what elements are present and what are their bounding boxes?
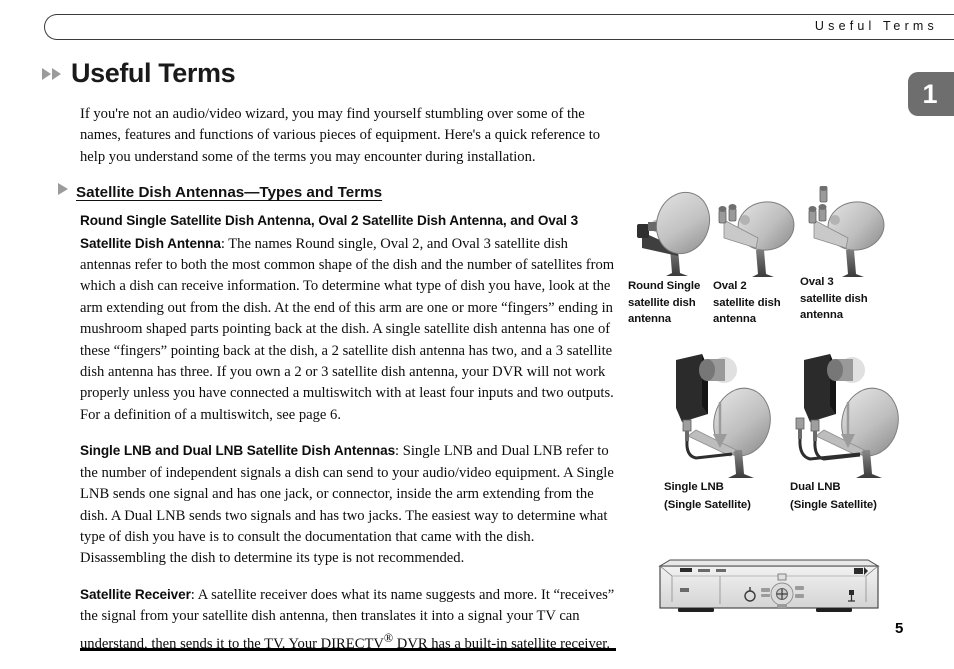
chapter-tab: 1 bbox=[908, 72, 954, 116]
dish-caption-oval-2: Oval 2 satellite dish antenna bbox=[713, 280, 781, 326]
term-paragraph-lnb: Single LNB and Dual LNB Satellite Dish A… bbox=[80, 440, 616, 569]
intro-paragraph: If you're not an audio/video wizard, you… bbox=[80, 106, 601, 165]
triangle-right-icon bbox=[58, 183, 68, 196]
double-triangle-right-icon bbox=[42, 65, 62, 83]
lnb-caption-dual: Dual LNB (Single Satellite) bbox=[790, 481, 877, 511]
registered-trademark-symbol: ® bbox=[383, 630, 394, 645]
page-number: 5 bbox=[895, 620, 904, 637]
term-label-lnb: Single LNB and Dual LNB Satellite Dish A… bbox=[80, 443, 396, 459]
running-header-title: Useful Terms bbox=[814, 19, 938, 33]
lnb-caption-single: Single LNB (Single Satellite) bbox=[664, 481, 751, 511]
satellite-receiver-front-panel-illustration bbox=[658, 559, 880, 612]
receiver-figure-row bbox=[628, 558, 948, 628]
dish-caption-round-single: Round Single satellite dish antenna bbox=[628, 280, 701, 326]
page-title: Useful Terms bbox=[71, 58, 236, 88]
main-text-column: If you're not an audio/video wizard, you… bbox=[58, 104, 616, 669]
round-single-dish-illustration bbox=[637, 191, 711, 276]
lnb-figure-row: Single LNB (Single Satellite) Dual LNB (… bbox=[628, 346, 948, 526]
dish-types-figure-row: Round Single satellite dish antenna Oval… bbox=[628, 186, 948, 336]
term-label-receiver: Satellite Receiver bbox=[80, 586, 191, 602]
term-paragraph-dish-antennas: Round Single Satellite Dish Antenna, Ova… bbox=[80, 210, 616, 426]
column-bottom-rule bbox=[80, 648, 616, 651]
chapter-tab-number: 1 bbox=[922, 79, 938, 109]
illustration-column: Round Single satellite dish antenna Oval… bbox=[628, 186, 948, 628]
section-subheading-label: Satellite Dish Antennas—Types and Terms bbox=[76, 184, 383, 202]
running-header-bar: Useful Terms bbox=[44, 14, 954, 40]
term-body-lnb: : Single LNB and Dual LNB refer to the n… bbox=[80, 443, 614, 567]
dual-lnb-illustration bbox=[795, 354, 899, 478]
single-lnb-illustration bbox=[676, 354, 771, 478]
oval-2-dish-illustration bbox=[718, 201, 795, 277]
term-body-dish-antennas: : The names Round single, Oval 2, and Ov… bbox=[80, 235, 615, 423]
section-subheading: Satellite Dish Antennas—Types and Terms bbox=[58, 183, 616, 202]
page-title-row: Useful Terms bbox=[42, 58, 236, 89]
term-paragraph-receiver: Satellite Receiver: A satellite receiver… bbox=[80, 584, 616, 655]
dish-caption-oval-3: Oval 3 satellite dish antenna bbox=[800, 276, 868, 322]
